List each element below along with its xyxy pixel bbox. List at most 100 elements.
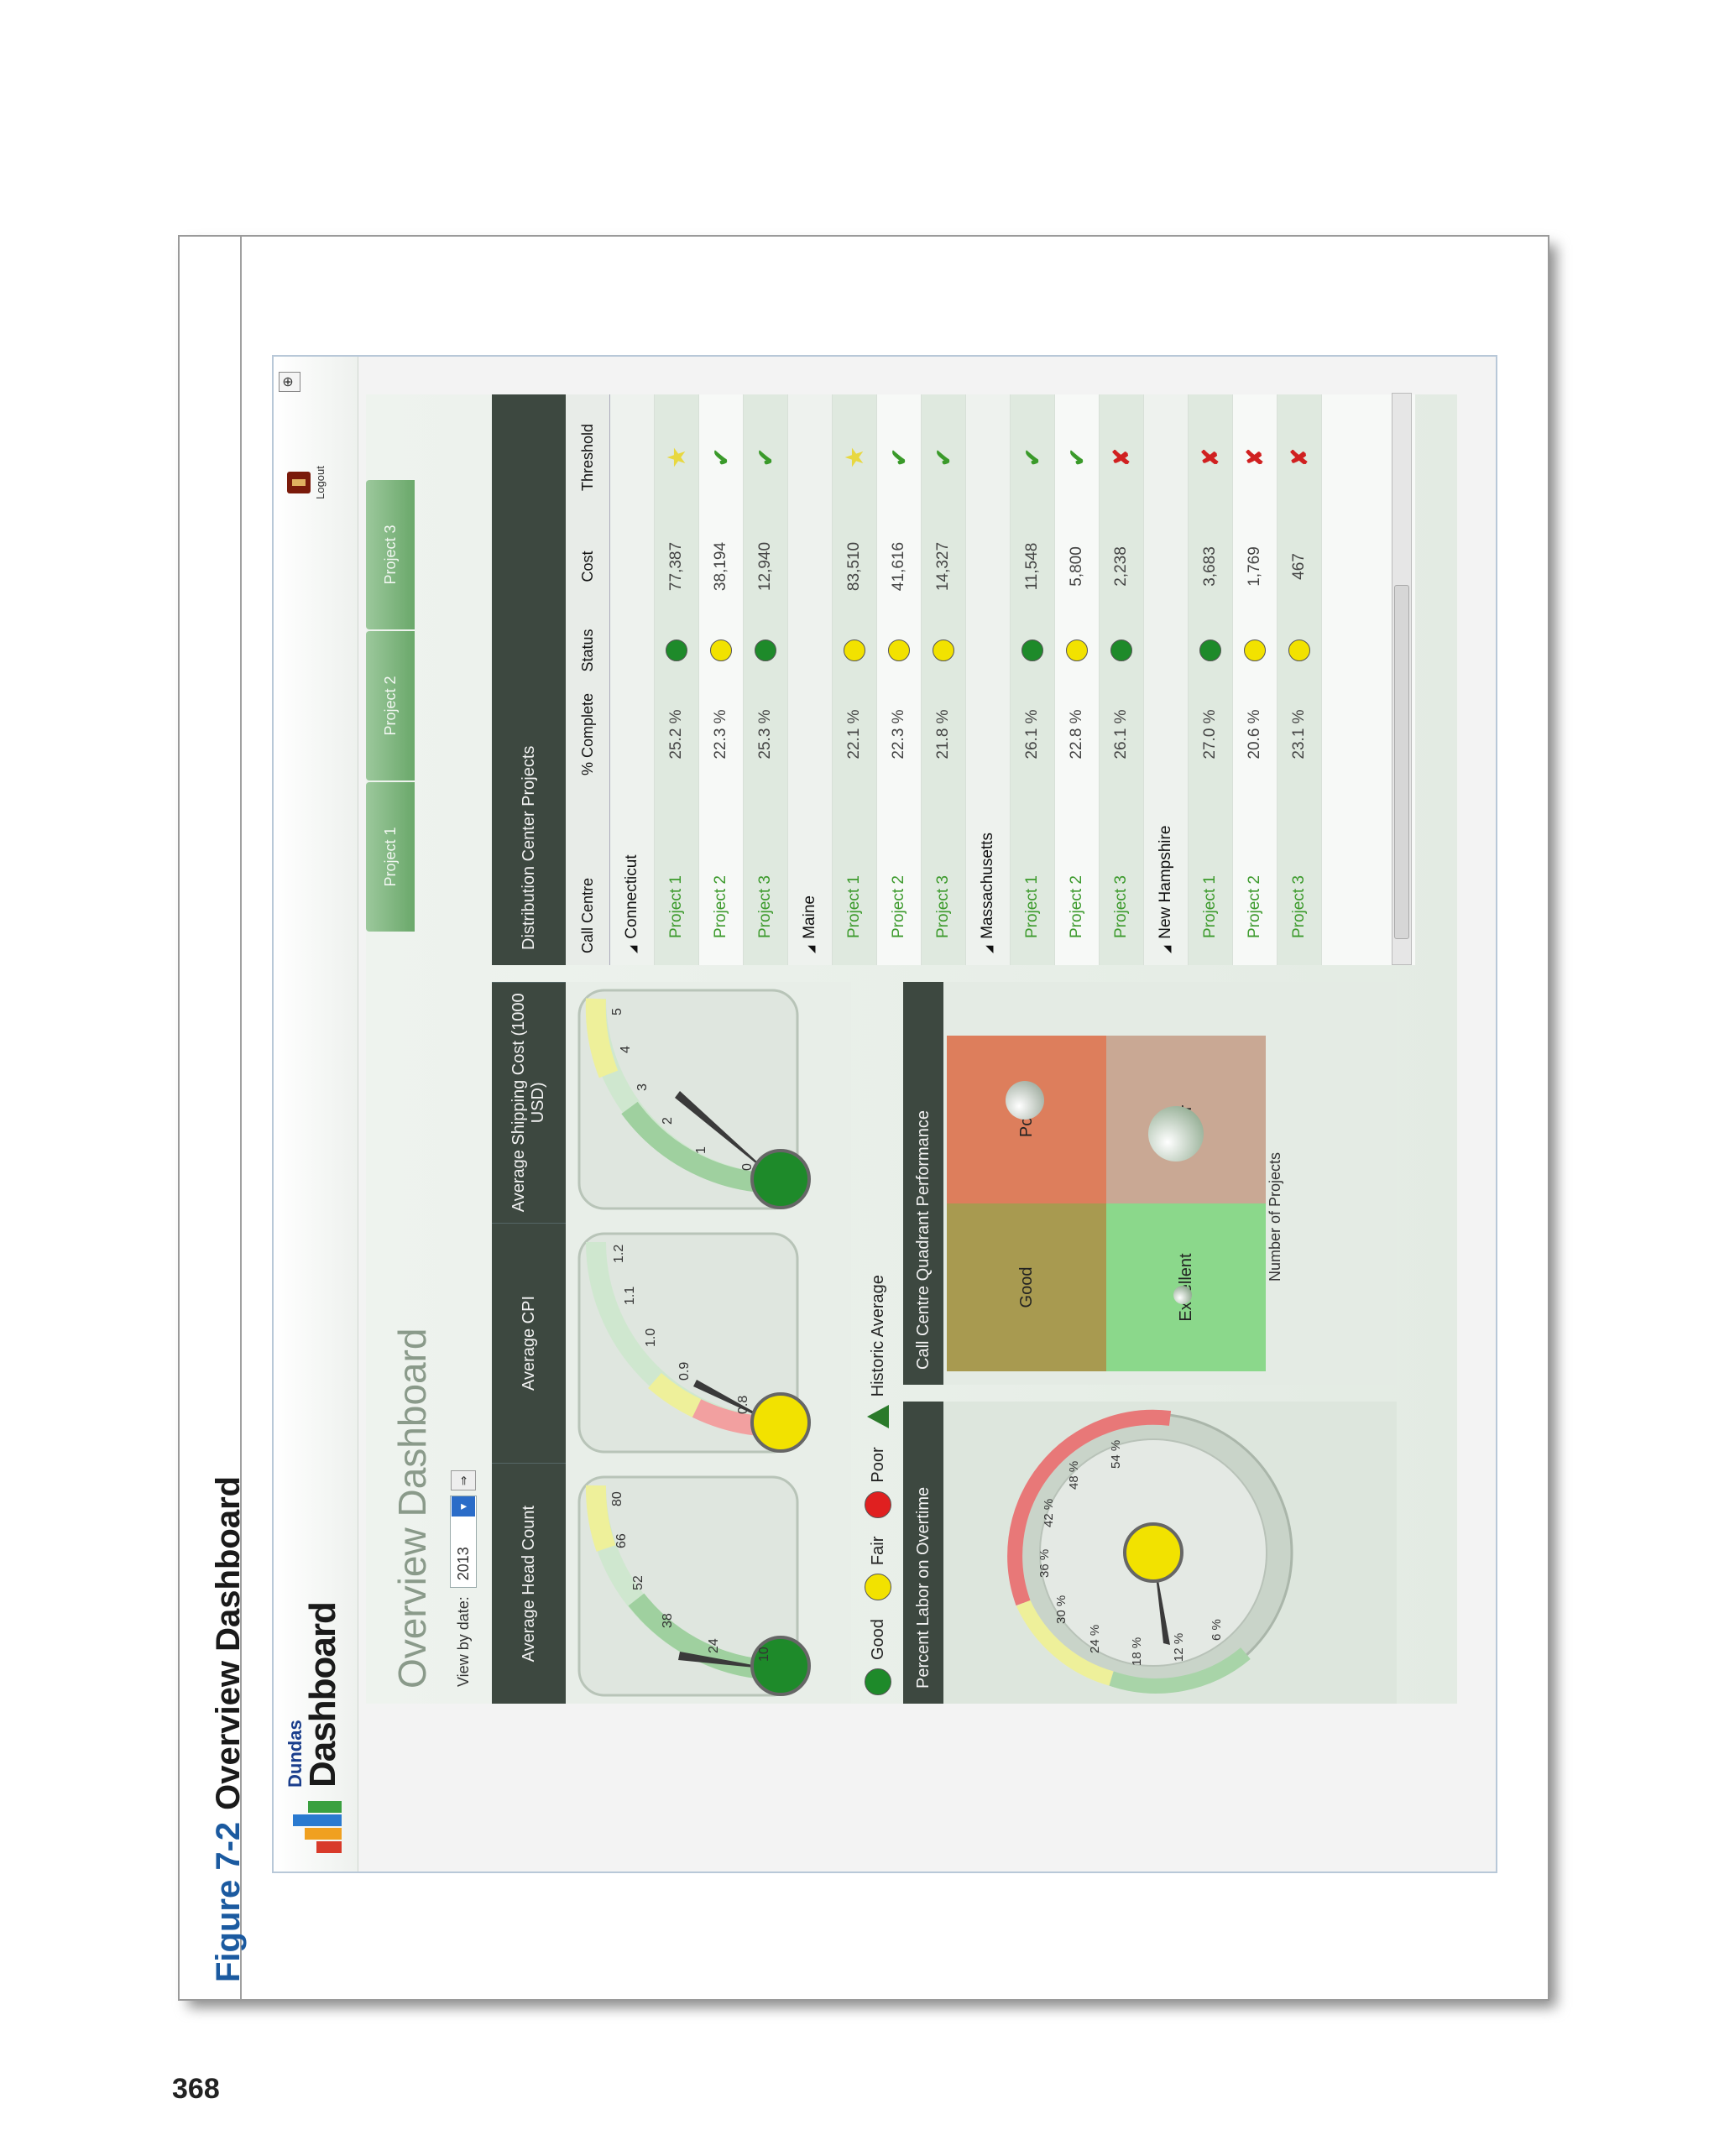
group-toggle-icon[interactable]: ◢ [627,946,639,953]
tab-project-1[interactable]: Project 1 [366,782,415,932]
col-call-centre[interactable]: Call Centre [579,780,597,965]
logout-label: Logout [314,466,327,499]
threshold-cell: ✔ [1020,394,1046,520]
logout-icon [287,472,311,493]
cpi-gauge: 0.8 0.9 1.0 1.1 1.2 [577,1232,811,1454]
horizontal-scrollbar[interactable] [1392,393,1412,965]
scrollbar-thumb[interactable] [1394,585,1409,939]
pin-button[interactable]: ⊕ [279,372,300,392]
cost: 2,238 [1112,546,1130,587]
labor-tick: 24 % [1088,1625,1102,1653]
group-label: ◢ Maine [801,780,819,965]
logo-bars-icon [286,1794,342,1853]
threshold-cell: ✔ [708,394,734,520]
table-row[interactable]: Project 3 21.8 % 14,327 ✔ [922,394,966,965]
labor-tick: 48 % [1067,1461,1081,1490]
percent-complete: 22.3 % [890,709,907,760]
chevron-down-icon[interactable]: ▼ [452,1496,475,1517]
project-name: Project 1 [1023,875,1041,938]
cost: 83,510 [845,541,863,592]
threshold-cell: ✔ [886,394,912,520]
group-name: Maine [801,895,818,939]
fair-dot-icon [865,1574,891,1601]
col-status[interactable]: Status [579,613,597,688]
table-row[interactable]: Project 3 25.3 % 12,940 ✔ [744,394,788,965]
tab-project-3[interactable]: Project 3 [366,480,415,629]
table-row[interactable]: Project 2 22.3 % 38,194 ✔ [699,394,744,965]
group-row[interactable]: ◢ Maine [788,394,833,965]
cross-icon: ✘ [1286,448,1312,467]
table-row[interactable]: Project 2 22.8 % 5,800 ✔ [1055,394,1100,965]
table-row[interactable]: Project 1 27.0 % 3,683 ✘ [1189,394,1233,965]
head-count-gauge: 10 24 38 52 66 80 [577,1475,811,1697]
dashboard-main: Overview Dashboard View by date: 2013 ▼ … [366,393,1457,1704]
group-toggle-icon[interactable]: ◢ [1161,946,1173,953]
good-dot-icon [865,1668,891,1695]
quadrant-x-axis: Number of Projects [1267,1151,1283,1282]
table-row[interactable]: Project 2 22.3 % 41,616 ✔ [877,394,922,965]
gauge-tick: 66 [614,1533,629,1548]
gauge-tick: 80 [610,1491,624,1506]
apply-arrow-icon[interactable]: ⇒ [451,1470,476,1491]
labor-tick: 42 % [1042,1499,1056,1527]
bottom-headers: Percent Labor on Overtime Call Centre Qu… [903,982,943,1704]
quadrant-chart: Good Poor Excellent Fair [947,1036,1266,1371]
group-row[interactable]: ◢ Massachusetts [966,394,1011,965]
threshold-cell: ★ [664,394,690,520]
status-cell [1021,613,1043,688]
group-toggle-icon[interactable]: ◢ [805,946,817,953]
table-row[interactable]: Project 1 22.1 % 83,510 ★ [833,394,877,965]
col-complete[interactable]: % Complete [579,688,597,780]
col-threshold[interactable]: Threshold [579,394,597,520]
cost: 12,940 [756,541,774,592]
project-name: Project 3 [1290,875,1308,938]
table-row[interactable]: Project 3 26.1 % 2,238 ✘ [1100,394,1144,965]
threshold-cell: ✘ [1198,394,1224,520]
col-cost[interactable]: Cost [579,520,597,613]
table-row[interactable]: Project 1 26.1 % 11,548 ✔ [1011,394,1055,965]
project-name: Project 2 [890,875,907,938]
project-name: Project 1 [1201,875,1219,938]
threshold-cell: ✘ [1242,394,1268,520]
gauge-tick: 1 [694,1146,708,1154]
legend-good-label: Good [868,1619,887,1660]
gauge-tick: 1.2 [612,1245,626,1263]
gauge-headers: Average Head Count Average CPI Average S… [492,981,566,1704]
fair-bubble [1148,1106,1204,1162]
table-row[interactable]: Project 2 20.6 % 1,769 ✘ [1233,394,1277,965]
status-cell [1110,613,1132,688]
gauge-tick: 3 [635,1083,650,1091]
figure-title: Overview Dashboard [210,1475,247,1810]
gauge-header-cpi: Average CPI [492,1222,566,1464]
group-label: ◢ Connecticut [623,780,641,965]
good-status-icon [1021,639,1043,661]
star-icon: ★ [841,447,867,467]
page-title: Overview Dashboard [390,1328,434,1689]
table-row[interactable]: Project 3 23.1 % 467 ✘ [1277,394,1322,965]
fair-status-icon [844,639,865,661]
status-cell [933,613,954,688]
labor-tick: 12 % [1172,1633,1186,1662]
labor-tick: 30 % [1054,1595,1068,1624]
group-toggle-icon[interactable]: ◢ [983,946,995,953]
legend-fair: Fair [865,1537,891,1601]
status-cell [755,613,776,688]
tab-project-2[interactable]: Project 2 [366,631,415,780]
poor-dot-icon [865,1490,891,1518]
labor-overtime-gauge: 6 % 12 % 18 % 24 % 30 % 36 % 42 % 48 % 5… [1007,1409,1293,1694]
good-status-icon [755,639,776,661]
date-select[interactable]: 2013 ▼ [450,1496,477,1589]
table-row[interactable]: Project 1 25.2 % 77,387 ★ [655,394,699,965]
group-row[interactable]: ◢ Connecticut [610,394,655,965]
quadrant-panel: Good Poor Excellent Fair Number of Proje… [943,982,1397,1385]
logo-text-big: Dashboard [302,1602,343,1788]
status-cell [666,613,687,688]
poor-bubble [1006,1081,1044,1120]
threshold-cell: ✔ [931,394,957,520]
page-number: 368 [172,2073,220,2105]
logout-button[interactable]: Logout [287,457,337,508]
gauge-header-shipping: Average Shipping Cost (1000 USD) [492,981,566,1223]
group-row[interactable]: ◢ New Hampshire [1144,394,1189,965]
legend-good: Good [865,1619,891,1695]
check-icon: ✔ [708,448,734,467]
